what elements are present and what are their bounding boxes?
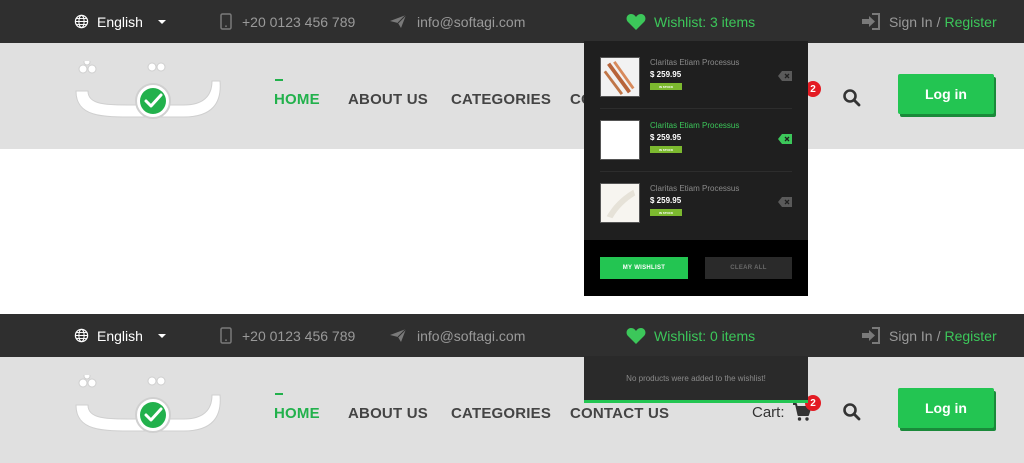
remove-item-icon[interactable]	[778, 71, 792, 81]
phone-contact: +20 0123 456 789	[220, 314, 355, 357]
nav-about-us[interactable]: ABOUT US	[348, 405, 428, 422]
caret-down-icon	[157, 333, 166, 338]
email-address: info@softagi.com	[417, 13, 526, 30]
stock-badge: IN STOCK	[650, 83, 682, 90]
register-link[interactable]: Register	[944, 14, 996, 30]
search-icon[interactable]	[842, 402, 862, 422]
empty-wishlist-message: No products were added to the wishlist!	[626, 374, 766, 383]
stock-badge: IN STOCK	[650, 209, 682, 216]
language-selector[interactable]: English	[74, 314, 169, 357]
language-selector[interactable]: English	[74, 0, 169, 43]
auth-separator: /	[936, 13, 941, 30]
auth-links: Sign In / Register	[861, 0, 997, 43]
wishlist-item[interactable]: Claritas Etiam Processus $ 259.95 IN STO…	[584, 172, 808, 234]
globe-icon	[74, 328, 89, 343]
mobile-phone-icon	[220, 327, 232, 344]
wishlist-item[interactable]: Claritas Etiam Processus $ 259.95 IN STO…	[584, 46, 808, 108]
wishlist-count: Wishlist: 0 items	[654, 327, 756, 344]
remove-item-icon[interactable]	[778, 134, 792, 144]
phone-contact: +20 0123 456 789	[220, 0, 355, 43]
product-price: $ 259.95	[650, 196, 682, 205]
wishlist-toggle[interactable]: Wishlist: 3 items	[626, 0, 755, 43]
cart-label[interactable]: Cart:	[752, 404, 785, 421]
wishlist-count: Wishlist: 3 items	[654, 13, 756, 30]
heart-icon	[626, 327, 646, 344]
product-name[interactable]: Claritas Etiam Processus	[650, 58, 739, 67]
nav-about-us[interactable]: ABOUT US	[348, 91, 428, 108]
language-label: English	[97, 327, 143, 344]
product-name[interactable]: Claritas Etiam Processus	[650, 184, 739, 193]
caret-down-icon	[157, 19, 166, 24]
wishlist-footer: MY WISHLIST CLEAR ALL	[584, 240, 808, 296]
product-thumbnail[interactable]	[600, 120, 640, 160]
site-logo[interactable]	[72, 375, 222, 455]
auth-links: Sign In / Register	[861, 314, 997, 357]
register-link[interactable]: Register	[944, 328, 996, 344]
sign-in-icon	[862, 13, 880, 30]
site-logo[interactable]	[72, 61, 222, 141]
heart-icon	[626, 13, 646, 30]
remove-item-icon[interactable]	[778, 197, 792, 207]
language-label: English	[97, 13, 143, 30]
active-indicator	[275, 393, 283, 395]
main-navbar: HOME ABOUT US CATEGORIES CONTACT US Cart…	[0, 357, 1024, 463]
sign-in-link[interactable]: Sign In	[889, 328, 933, 344]
login-button[interactable]: Log in	[898, 74, 994, 114]
product-name[interactable]: Claritas Etiam Processus	[650, 121, 739, 130]
paper-plane-icon	[390, 14, 407, 28]
wishlist-item[interactable]: Claritas Etiam Processus $ 259.95 IN STO…	[584, 109, 808, 171]
search-icon[interactable]	[842, 88, 862, 108]
paper-plane-icon	[390, 328, 407, 342]
email-contact: info@softagi.com	[389, 0, 525, 43]
wishlist-toggle[interactable]: Wishlist: 0 items	[626, 314, 755, 357]
auth-separator: /	[936, 327, 941, 344]
phone-number: +20 0123 456 789	[242, 13, 356, 30]
top-bar: English +20 0123 456 789 info@softagi.co…	[0, 0, 1024, 43]
product-price: $ 259.95	[650, 70, 682, 79]
email-contact: info@softagi.com	[389, 314, 525, 357]
phone-number: +20 0123 456 789	[242, 327, 356, 344]
nav-home[interactable]: HOME	[274, 405, 320, 422]
nav-categories[interactable]: CATEGORIES	[451, 405, 551, 422]
main-navbar: HOME ABOUT US CATEGORIES CO 2 Log in	[0, 43, 1024, 149]
product-thumbnail[interactable]	[600, 183, 640, 223]
my-wishlist-button[interactable]: MY WISHLIST	[600, 257, 688, 279]
wishlist-dropdown: Claritas Etiam Processus $ 259.95 IN STO…	[584, 41, 808, 296]
nav-categories[interactable]: CATEGORIES	[451, 91, 551, 108]
email-address: info@softagi.com	[417, 327, 526, 344]
globe-icon	[74, 14, 89, 29]
active-indicator	[275, 79, 283, 81]
product-thumbnail[interactable]	[600, 57, 640, 97]
sign-in-link[interactable]: Sign In	[889, 14, 933, 30]
wishlist-dropdown: No products were added to the wishlist!	[584, 356, 808, 403]
mobile-phone-icon	[220, 13, 232, 30]
top-bar: English +20 0123 456 789 info@softagi.co…	[0, 314, 1024, 357]
nav-home[interactable]: HOME	[274, 91, 320, 108]
login-button[interactable]: Log in	[898, 388, 994, 428]
sign-in-icon	[862, 327, 880, 344]
nav-contact-us[interactable]: CONTACT US	[570, 405, 669, 422]
clear-all-button[interactable]: CLEAR ALL	[705, 257, 792, 279]
stock-badge: IN STOCK	[650, 146, 682, 153]
product-price: $ 259.95	[650, 133, 682, 142]
